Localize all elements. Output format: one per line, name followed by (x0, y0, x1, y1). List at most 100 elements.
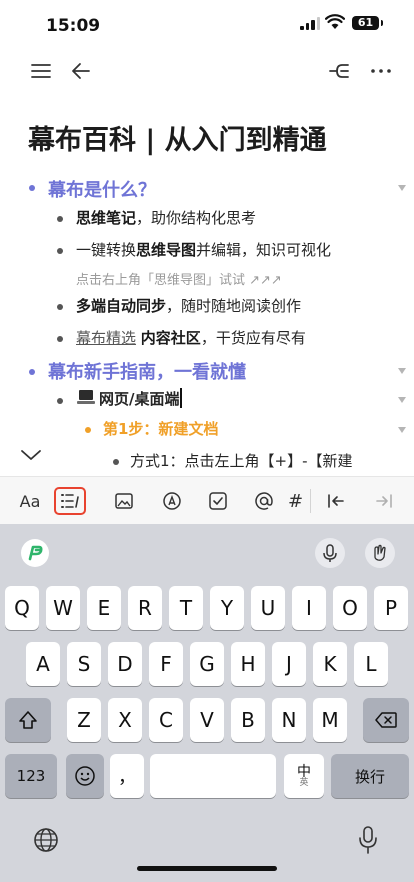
key-g[interactable]: G (190, 642, 224, 686)
key-o[interactable]: O (333, 586, 367, 630)
key-t[interactable]: T (169, 586, 203, 630)
list-item[interactable]: 一键转换思维导图并编辑，知识可视化 (76, 239, 331, 260)
backspace-key[interactable] (363, 698, 409, 742)
text-cursor (180, 388, 183, 408)
checkbox-button[interactable] (202, 487, 234, 515)
draw-button[interactable] (156, 487, 188, 515)
punctuation-key[interactable]: ， (110, 754, 144, 798)
menu-icon[interactable] (28, 58, 54, 84)
backspace-icon (375, 712, 397, 728)
item-bullet[interactable] (113, 459, 119, 465)
key-d[interactable]: D (108, 642, 142, 686)
editor-toolbar: Aa # (0, 476, 414, 524)
step-bullet[interactable] (85, 427, 91, 433)
top-toolbar (0, 50, 414, 92)
image-icon (115, 493, 133, 509)
indent-icon (376, 494, 392, 508)
heading-bullet[interactable] (29, 185, 35, 191)
list-format-button[interactable] (54, 487, 86, 515)
shift-key[interactable] (5, 698, 51, 742)
step-heading[interactable]: 第1步：新建文档 (103, 418, 218, 439)
key-q[interactable]: Q (5, 586, 39, 630)
collapse-caret-icon[interactable] (398, 427, 406, 433)
globe-icon[interactable] (32, 826, 60, 854)
key-w[interactable]: W (46, 586, 80, 630)
emoji-icon (75, 766, 95, 786)
status-time: 15:09 (46, 16, 101, 36)
hash-icon: # (288, 490, 304, 512)
list-item[interactable]: 方式1：点击左上角【+】-【新建 (130, 450, 353, 471)
key-f[interactable]: F (149, 642, 183, 686)
voice-input-button[interactable] (315, 538, 345, 568)
document-title: 幕布百科 | 从入门到精通 (28, 125, 327, 156)
key-l[interactable]: L (354, 642, 388, 686)
wifi-icon (325, 14, 345, 29)
return-key[interactable]: 换行 (331, 754, 409, 798)
image-button[interactable] (108, 487, 140, 515)
shift-icon (19, 711, 37, 729)
key-v[interactable]: V (190, 698, 224, 742)
key-m[interactable]: M (313, 698, 347, 742)
battery-icon: 61 (352, 16, 383, 30)
key-h[interactable]: H (231, 642, 265, 686)
section-heading[interactable]: 幕布新手指南，一看就懂 (48, 358, 246, 384)
font-style-button[interactable]: Aa (14, 487, 46, 515)
chevron-down-icon[interactable] (20, 448, 42, 462)
numbers-key[interactable]: 123 (5, 754, 57, 798)
list-item[interactable]: 幕布精选 内容社区，干货应有尽有 (76, 327, 306, 348)
list-item[interactable]: 网页/桌面端 (99, 388, 183, 409)
handwriting-button[interactable] (365, 538, 395, 568)
outdent-icon (328, 494, 344, 508)
checkbox-icon (209, 492, 227, 510)
collapse-caret-icon[interactable] (398, 368, 406, 374)
item-note: 点击右上角「思维导图」试试 ↗↗↗ (76, 273, 282, 288)
key-b[interactable]: B (231, 698, 265, 742)
key-p[interactable]: P (374, 586, 408, 630)
collapse-caret-icon[interactable] (398, 185, 406, 191)
more-icon[interactable] (368, 58, 394, 84)
back-arrow-icon[interactable] (68, 58, 94, 84)
key-x[interactable]: X (108, 698, 142, 742)
list-item[interactable]: 思维笔记，助你结构化思考 (76, 207, 256, 228)
toolbar-divider (310, 489, 311, 513)
keyboard-logo-icon[interactable] (20, 538, 50, 568)
item-bullet[interactable] (57, 398, 63, 404)
laptop-icon (77, 390, 95, 404)
section-heading[interactable]: 幕布是什么？ (48, 176, 156, 202)
link-text[interactable]: 幕布精选 (76, 329, 136, 347)
key-z[interactable]: Z (67, 698, 101, 742)
key-n[interactable]: N (272, 698, 306, 742)
heading-bullet[interactable] (29, 369, 35, 375)
mention-button[interactable] (248, 487, 280, 515)
space-key[interactable] (150, 754, 276, 798)
status-bar: 15:09 61 (0, 0, 414, 46)
emoji-key[interactable] (66, 754, 104, 798)
language-key[interactable]: 中 英 (284, 754, 324, 798)
collapse-caret-icon[interactable] (398, 397, 406, 403)
key-y[interactable]: Y (210, 586, 244, 630)
draw-icon (163, 492, 181, 510)
list-item[interactable]: 多端自动同步，随时随地阅读创作 (76, 295, 301, 316)
key-k[interactable]: K (313, 642, 347, 686)
key-c[interactable]: C (149, 698, 183, 742)
microphone-icon (323, 544, 337, 562)
mindmap-icon[interactable] (326, 58, 352, 84)
item-bullet[interactable] (57, 248, 63, 254)
keyboard: Q W E R T Y U I O P A S D F G H J K L Z … (0, 524, 414, 882)
outdent-button[interactable] (320, 487, 352, 515)
item-bullet[interactable] (57, 216, 63, 222)
key-j[interactable]: J (272, 642, 306, 686)
indent-button[interactable] (368, 487, 400, 515)
key-u[interactable]: U (251, 586, 285, 630)
dictation-icon[interactable] (356, 824, 380, 856)
key-r[interactable]: R (128, 586, 162, 630)
item-bullet[interactable] (57, 336, 63, 342)
key-e[interactable]: E (87, 586, 121, 630)
key-s[interactable]: S (67, 642, 101, 686)
key-i[interactable]: I (292, 586, 326, 630)
key-a[interactable]: A (26, 642, 60, 686)
item-bullet[interactable] (57, 304, 63, 310)
mention-icon (255, 492, 273, 510)
signal-icon (300, 17, 320, 30)
tag-button[interactable]: # (288, 487, 306, 515)
